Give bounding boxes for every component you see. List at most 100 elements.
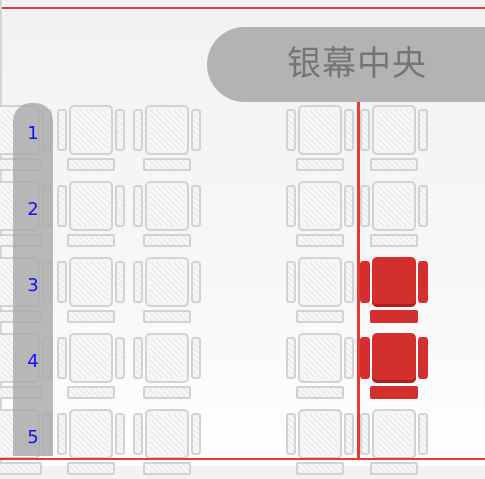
seat-available[interactable] — [133, 105, 201, 175]
seat-back-shape — [69, 257, 113, 307]
seat-back-shape — [298, 409, 342, 459]
seat-arm-r-shape — [344, 185, 354, 227]
seat-available[interactable] — [286, 409, 354, 479]
seat-arm-r-shape — [418, 261, 428, 303]
seat-arm-l-shape — [286, 109, 296, 151]
seat-cushion-shape — [67, 386, 115, 399]
seat-available[interactable] — [360, 409, 428, 479]
seat-arm-r-shape — [418, 413, 428, 455]
seat-arm-l-shape — [133, 261, 143, 303]
seat-available[interactable] — [360, 181, 428, 251]
row-number-sidebar: 1 2 3 4 5 — [13, 103, 53, 456]
seat-arm-r-shape — [191, 261, 201, 303]
seat-arm-l-shape — [57, 413, 67, 455]
seat-available[interactable] — [133, 333, 201, 403]
seat-arm-l-shape — [57, 185, 67, 227]
row-number: 1 — [27, 123, 39, 144]
seat-back-shape — [69, 409, 113, 459]
seat-arm-r-shape — [115, 413, 125, 455]
bottom-border-line — [0, 458, 485, 460]
seat-cushion-shape — [296, 234, 344, 247]
seat-available[interactable] — [57, 105, 125, 175]
seat-cushion-shape — [0, 462, 42, 475]
seat-arm-r-shape — [115, 185, 125, 227]
seat-arm-l-shape — [360, 109, 370, 151]
seat-cushion-shape — [143, 158, 191, 171]
seat-back-shape — [372, 409, 416, 459]
seat-back-shape — [145, 181, 189, 231]
seat-cushion-shape — [370, 234, 418, 247]
seat-arm-l-shape — [286, 337, 296, 379]
seat-arm-l-shape — [286, 185, 296, 227]
seat-arm-r-shape — [115, 109, 125, 151]
row-number: 2 — [27, 199, 39, 220]
seat-cushion-shape — [143, 386, 191, 399]
seat-arm-r-shape — [344, 109, 354, 151]
seat-available[interactable] — [286, 181, 354, 251]
seat-available[interactable] — [133, 181, 201, 251]
seat-back-shape — [298, 257, 342, 307]
row-number: 5 — [27, 427, 39, 448]
seat-available[interactable] — [286, 105, 354, 175]
seat-arm-r-shape — [418, 337, 428, 379]
seat-arm-l-shape — [286, 413, 296, 455]
seat-cushion-shape — [67, 158, 115, 171]
seat-arm-r-shape — [191, 337, 201, 379]
seat-back-shape — [372, 181, 416, 231]
seat-back-shape — [372, 105, 416, 155]
seat-selected[interactable] — [360, 333, 428, 403]
seat-cushion-shape — [67, 234, 115, 247]
seat-cushion-shape — [143, 234, 191, 247]
seat-available[interactable] — [360, 105, 428, 175]
seat-back-shape — [298, 181, 342, 231]
row-number: 4 — [27, 351, 39, 372]
seat-back-shape — [145, 409, 189, 459]
seat-cushion-shape — [296, 462, 344, 475]
seat-cushion-shape — [370, 386, 418, 399]
seat-arm-l-shape — [360, 413, 370, 455]
seat-available[interactable] — [57, 409, 125, 479]
seat-arm-r-shape — [191, 109, 201, 151]
seat-arm-l-shape — [133, 337, 143, 379]
seat-arm-r-shape — [418, 109, 428, 151]
seat-arm-l-shape — [360, 185, 370, 227]
seat-available[interactable] — [133, 257, 201, 327]
top-border-line — [0, 7, 485, 9]
seat-available[interactable] — [57, 333, 125, 403]
seat-back-shape — [145, 257, 189, 307]
seat-arm-r-shape — [344, 337, 354, 379]
seat-cushion-shape — [370, 462, 418, 475]
seat-arm-r-shape — [344, 413, 354, 455]
seat-back-shape — [69, 105, 113, 155]
seat-cushion-shape — [370, 310, 418, 323]
seat-arm-r-shape — [344, 261, 354, 303]
seat-available[interactable] — [133, 409, 201, 479]
seat-arm-l-shape — [360, 337, 370, 379]
seat-cushion-shape — [143, 462, 191, 475]
seat-selected[interactable] — [360, 257, 428, 327]
seat-back-shape — [372, 333, 416, 383]
seat-arm-l-shape — [57, 261, 67, 303]
seat-arm-l-shape — [360, 261, 370, 303]
seat-available[interactable] — [57, 257, 125, 327]
seat-back-shape — [145, 105, 189, 155]
seat-arm-r-shape — [115, 261, 125, 303]
seat-available[interactable] — [286, 333, 354, 403]
seat-arm-r-shape — [191, 185, 201, 227]
seat-available[interactable] — [286, 257, 354, 327]
seat-cushion-shape — [296, 386, 344, 399]
seat-cushion-shape — [143, 310, 191, 323]
seat-arm-r-shape — [115, 337, 125, 379]
seat-cushion-shape — [296, 158, 344, 171]
seat-cushion-shape — [67, 462, 115, 475]
seat-back-shape — [298, 333, 342, 383]
seat-arm-r-shape — [418, 185, 428, 227]
seat-arm-l-shape — [57, 109, 67, 151]
seat-back-shape — [372, 257, 416, 307]
seat-back-shape — [298, 105, 342, 155]
seat-available[interactable] — [57, 181, 125, 251]
screen-center-label: 银幕中央 — [207, 27, 485, 102]
seat-back-shape — [69, 333, 113, 383]
seat-arm-r-shape — [191, 413, 201, 455]
row-number: 3 — [27, 275, 39, 296]
